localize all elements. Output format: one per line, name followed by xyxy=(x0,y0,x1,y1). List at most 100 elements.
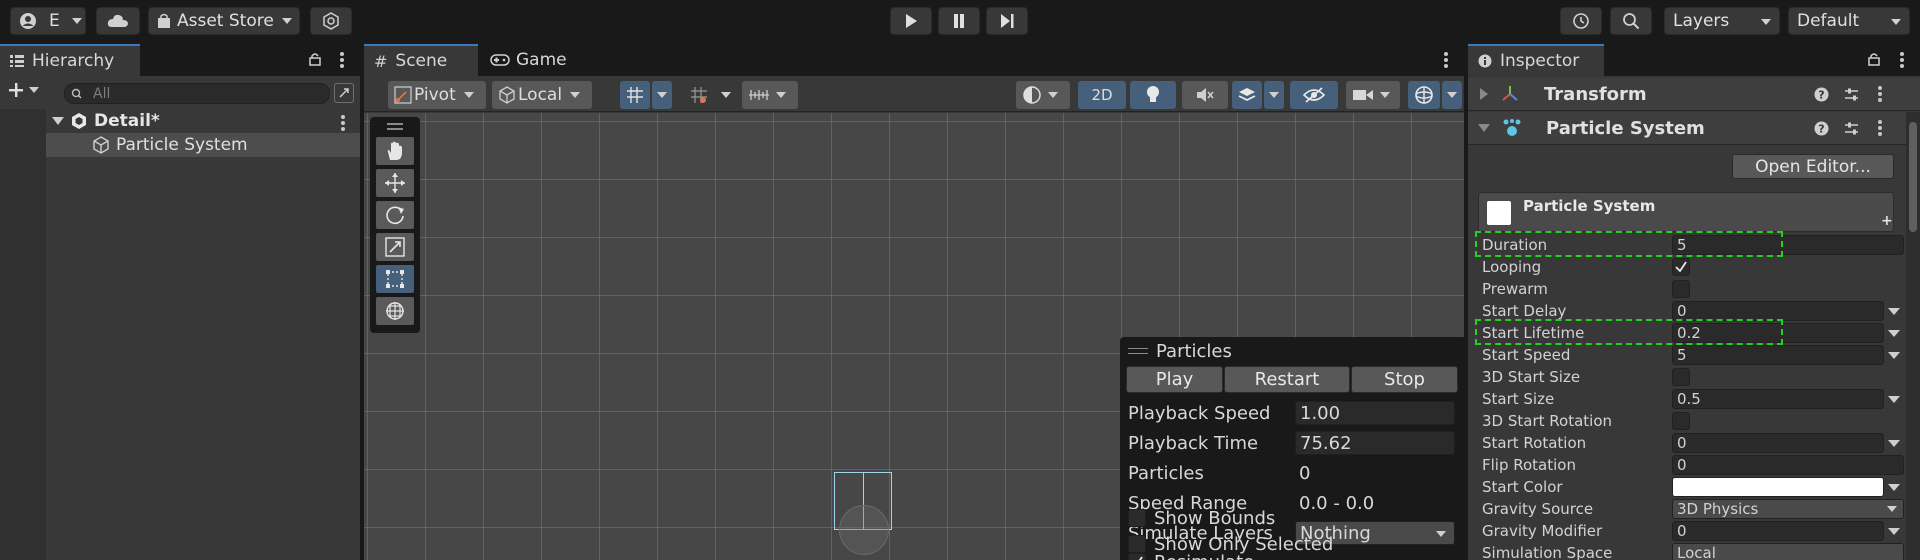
scene-row[interactable]: Detail* xyxy=(46,109,360,133)
hierarchy-search-input[interactable]: All xyxy=(64,83,330,104)
lock-icon[interactable] xyxy=(1868,52,1880,66)
draw-mode-dropdown[interactable] xyxy=(1016,81,1070,109)
preset-icon[interactable] xyxy=(1844,121,1859,136)
looping-checkbox[interactable] xyxy=(1672,258,1690,276)
asset-store-button[interactable]: Asset Store xyxy=(148,7,300,35)
scrollbar-thumb[interactable] xyxy=(1909,122,1917,232)
show-bounds-checkbox[interactable] xyxy=(1128,509,1146,527)
particle-system-component-header[interactable]: Particle System ? xyxy=(1468,112,1920,145)
help-icon[interactable]: ? xyxy=(1814,121,1829,136)
scene-visibility-button[interactable] xyxy=(334,83,354,103)
scene-more-options-icon[interactable] xyxy=(1444,50,1448,70)
transform-title: Transform xyxy=(1544,83,1647,105)
scene-name: Detail* xyxy=(94,111,160,131)
preset-icon[interactable] xyxy=(1844,87,1859,102)
3d-start-rotation-checkbox[interactable] xyxy=(1672,412,1690,430)
hierarchy-item-particle-system[interactable]: Particle System xyxy=(46,133,360,157)
gravity-modifier-field[interactable]: 0 xyxy=(1672,521,1884,541)
transform-component-header[interactable]: Transform ? xyxy=(1468,78,1920,111)
stop-particles-button[interactable]: Stop xyxy=(1351,366,1458,393)
scene-more-options-icon[interactable] xyxy=(341,113,345,133)
cloud-button[interactable] xyxy=(96,7,140,35)
add-module-icon[interactable]: + xyxy=(1881,213,1893,229)
camera-dropdown[interactable] xyxy=(1346,81,1400,109)
tab-scene[interactable]: # Scene xyxy=(364,44,478,76)
start-size-field[interactable]: 0.5 xyxy=(1672,389,1884,409)
effects-toggle[interactable] xyxy=(1232,81,1262,109)
curve-mode-dropdown-icon[interactable] xyxy=(1888,396,1900,403)
overlay-header[interactable]: Particles xyxy=(1128,339,1232,363)
help-icon[interactable]: ? xyxy=(1814,87,1829,102)
tab-hierarchy[interactable]: Hierarchy xyxy=(0,44,140,76)
hand-tool-button[interactable] xyxy=(376,137,414,165)
start-delay-field[interactable]: 0 xyxy=(1672,301,1884,321)
property-row: Prewarm xyxy=(1482,278,1902,300)
playback-speed-value: 1.00 xyxy=(1300,402,1341,424)
layers-dropdown[interactable]: Layers xyxy=(1664,7,1780,35)
scene-viewport[interactable]: Particles Play Restart Stop Playback Spe… xyxy=(364,113,1464,560)
lighting-toggle[interactable] xyxy=(1130,81,1176,109)
play-button[interactable] xyxy=(890,7,932,35)
gravity-source-dropdown[interactable]: 3D Physics xyxy=(1672,499,1904,519)
inspector-more-options-icon[interactable] xyxy=(1900,50,1904,70)
increment-snap-menu[interactable] xyxy=(716,81,736,109)
undo-history-button[interactable] xyxy=(1560,7,1602,35)
pause-button[interactable] xyxy=(938,7,980,35)
3d-start-size-checkbox[interactable] xyxy=(1672,368,1690,386)
start-color-swatch[interactable] xyxy=(1672,477,1884,497)
start-speed-field[interactable]: 5 xyxy=(1672,345,1884,365)
show-only-selected-checkbox[interactable] xyxy=(1128,535,1146,553)
pivot-dropdown[interactable]: Pivot xyxy=(388,81,486,109)
layout-dropdown[interactable]: Default xyxy=(1788,7,1910,35)
show-only-selected-toggle[interactable]: Show Only Selected xyxy=(1128,532,1333,556)
move-tool-button[interactable] xyxy=(376,169,414,197)
account-button[interactable]: E xyxy=(10,7,86,35)
open-editor-button[interactable]: Open Editor... xyxy=(1732,154,1894,179)
tab-game[interactable]: Game xyxy=(480,44,580,76)
prewarm-checkbox[interactable] xyxy=(1672,280,1690,298)
scale-tool-button[interactable] xyxy=(376,233,414,261)
package-manager-button[interactable] xyxy=(310,7,352,35)
increment-snap-button[interactable] xyxy=(684,81,714,109)
more-options-icon[interactable] xyxy=(340,50,344,70)
drag-handle-icon[interactable] xyxy=(387,123,403,130)
curve-mode-dropdown-icon[interactable] xyxy=(1888,440,1900,447)
rotate-tool-button[interactable] xyxy=(376,201,414,229)
rect-tool-button[interactable] xyxy=(376,265,414,293)
local-dropdown[interactable]: Local xyxy=(492,81,592,109)
tab-inspector[interactable]: Inspector xyxy=(1468,44,1604,76)
start-rotation-field[interactable]: 0 xyxy=(1672,433,1884,453)
curve-mode-dropdown-icon[interactable] xyxy=(1888,352,1900,359)
curve-mode-dropdown-icon[interactable] xyxy=(1888,528,1900,535)
simulation-space-dropdown[interactable]: Local xyxy=(1672,543,1904,560)
color-mode-dropdown-icon[interactable] xyxy=(1888,484,1900,491)
grid-snapping-menu[interactable] xyxy=(652,81,672,109)
play-particles-button[interactable]: Play xyxy=(1126,366,1223,393)
2d-mode-button[interactable]: 2D xyxy=(1078,81,1126,109)
audio-toggle[interactable] xyxy=(1182,81,1228,109)
effects-menu[interactable] xyxy=(1264,81,1284,109)
gizmos-menu[interactable] xyxy=(1442,81,1462,109)
transform-tool-button[interactable] xyxy=(376,297,414,325)
curve-mode-dropdown-icon[interactable] xyxy=(1888,330,1900,337)
lock-icon[interactable] xyxy=(309,52,321,66)
restart-particles-button[interactable]: Restart xyxy=(1224,366,1350,393)
transform-more-options-icon[interactable] xyxy=(1878,84,1882,104)
ruler-dropdown[interactable] xyxy=(742,81,798,109)
step-button[interactable] xyxy=(986,7,1028,35)
playback-speed-field[interactable]: 1.00 xyxy=(1295,401,1455,425)
hidden-objects-toggle[interactable] xyxy=(1290,81,1338,109)
flip-rotation-field[interactable]: 0 xyxy=(1672,455,1904,475)
curve-mode-dropdown-icon[interactable] xyxy=(1888,308,1900,315)
search-button[interactable] xyxy=(1610,7,1652,35)
show-bounds-toggle[interactable]: Show Bounds xyxy=(1128,506,1275,530)
particle-system-main-module[interactable]: Particle System + xyxy=(1478,192,1894,232)
looping-label: Looping xyxy=(1482,258,1542,276)
grid-snapping-button[interactable] xyxy=(620,81,650,109)
create-button[interactable] xyxy=(8,82,39,98)
inspector-scrollbar[interactable] xyxy=(1906,112,1920,560)
particle-system-more-options-icon[interactable] xyxy=(1878,118,1882,138)
playback-time-field[interactable]: 75.62 xyxy=(1295,431,1455,455)
chevron-down-icon xyxy=(1048,92,1058,98)
gizmos-toggle[interactable] xyxy=(1408,81,1440,109)
